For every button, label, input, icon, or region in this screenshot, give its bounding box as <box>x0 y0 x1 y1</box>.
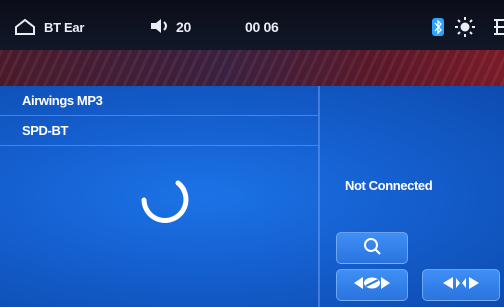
volume-value: 20 <box>176 19 191 35</box>
pane-divider <box>318 86 320 307</box>
bluetooth-icon <box>432 18 444 36</box>
source-label: BT Ear <box>44 19 85 35</box>
list-item[interactable]: Airwings MP3 <box>0 86 318 116</box>
list-item[interactable]: SPD-BT <box>0 116 318 146</box>
connect-button[interactable] <box>336 269 408 301</box>
disconnect-icon <box>441 274 481 297</box>
loading-spinner-icon <box>134 170 196 232</box>
disconnect-button[interactable] <box>422 269 500 301</box>
status-bar: BT Ear 20 00 06 <box>0 0 504 50</box>
speaker-icon <box>150 18 176 37</box>
decorative-stripe <box>0 50 504 86</box>
search-button[interactable] <box>336 232 408 264</box>
device-list: Airwings MP3 SPD-BT <box>0 86 318 307</box>
volume-indicator[interactable]: 20 <box>150 18 191 36</box>
connection-status: Not Connected <box>345 178 433 193</box>
settings-icon[interactable] <box>492 18 504 36</box>
clock: 00 06 <box>245 19 279 35</box>
home-icon[interactable] <box>14 18 36 36</box>
connect-icon <box>352 274 392 297</box>
search-icon <box>363 237 381 260</box>
brightness-icon[interactable] <box>454 17 476 37</box>
bluetooth-screen: Airwings MP3 SPD-BT Not Connected <box>0 86 504 307</box>
